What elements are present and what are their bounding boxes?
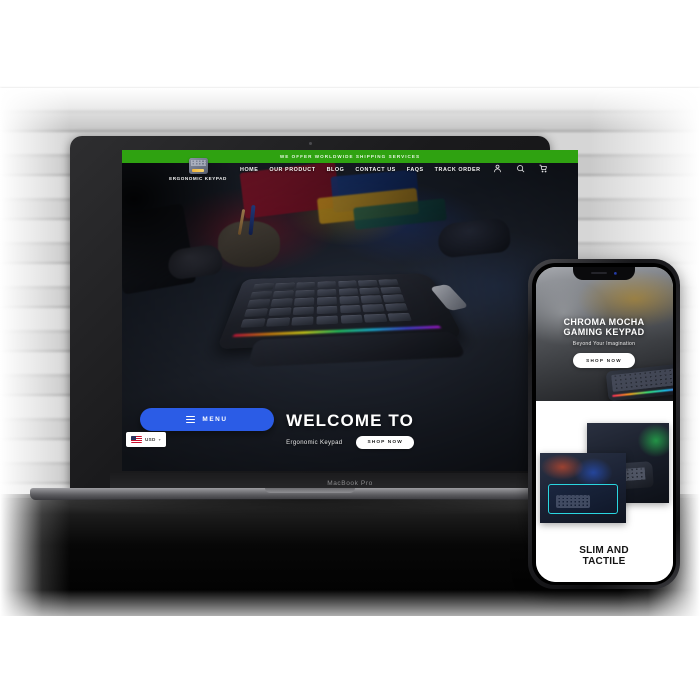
phone-screen: CHROMA MOCHA GAMING KEYPAD Beyond Your I… <box>535 266 673 582</box>
desk-fade-bottom <box>0 590 700 630</box>
header-icon-group <box>493 164 548 173</box>
nav-item-faqs[interactable]: FAQS <box>407 167 424 173</box>
mobile-caption-line1: SLIM AND <box>579 544 629 556</box>
main-navigation: HOME OUR PRODUCT BLOG CONTACT US FAQS TR… <box>240 167 481 173</box>
site-logo[interactable]: ERGONOMIC KEYPAD <box>162 158 234 181</box>
menu-button-label: MENU <box>202 416 228 423</box>
mobile-content-section: SLIM AND TACTILE <box>535 400 673 582</box>
laptop-screen: WE OFFER WORLDWIDE SHIPPING SERVICES WEL… <box>122 150 578 471</box>
chevron-down-icon: ▾ <box>158 436 161 442</box>
laptop-shadow <box>50 499 570 515</box>
hamburger-icon <box>186 415 196 424</box>
nav-item-contact-us[interactable]: CONTACT US <box>355 167 395 173</box>
phone-notch <box>573 266 635 280</box>
account-icon[interactable] <box>493 164 502 173</box>
mobile-caption-line2: TACTILE <box>582 556 626 567</box>
us-flag-icon <box>131 435 142 444</box>
cart-icon[interactable] <box>539 164 548 173</box>
laptop-model-label: MacBook Pro <box>327 479 373 487</box>
screenshot-stage: WE OFFER WORLDWIDE SHIPPING SERVICES WEL… <box>0 0 700 700</box>
laptop-camera-icon <box>308 142 312 145</box>
menu-button[interactable]: MENU <box>140 408 274 431</box>
phone-speaker-icon <box>591 271 607 275</box>
mobile-hero-title-line2: GAMING KEYPAD <box>563 326 645 337</box>
nav-item-our-product[interactable]: OUR PRODUCT <box>269 167 315 173</box>
mobile-section-caption: SLIM AND TACTILE <box>536 545 673 568</box>
desktop-website: WE OFFER WORLDWIDE SHIPPING SERVICES WEL… <box>122 150 578 471</box>
mobile-hero-subtitle: Beyond Your Imagination <box>572 341 636 348</box>
phone-camera-icon <box>614 271 617 275</box>
search-icon[interactable] <box>516 164 525 173</box>
nav-item-home[interactable]: HOME <box>240 167 258 173</box>
mobile-hero-title-line1: CHROMA MOCHA <box>563 316 645 327</box>
mobile-product-image-front <box>539 452 626 523</box>
site-header: ERGONOMIC KEYPAD HOME OUR PRODUCT BLOG C… <box>122 150 578 197</box>
mobile-hero-banner: CHROMA MOCHA GAMING KEYPAD Beyond Your I… <box>535 266 673 401</box>
keypad-icon <box>188 158 208 174</box>
laptop-base-notch <box>265 488 355 493</box>
laptop-mockup: WE OFFER WORLDWIDE SHIPPING SERVICES WEL… <box>30 136 590 515</box>
nav-item-blog[interactable]: BLOG <box>327 167 345 173</box>
currency-selector[interactable]: USD ▾ <box>126 432 166 447</box>
laptop-lid: WE OFFER WORLDWIDE SHIPPING SERVICES WEL… <box>70 136 590 493</box>
hero-shop-now-button[interactable]: SHOP NOW <box>356 436 414 449</box>
logo-text: ERGONOMIC KEYPAD <box>169 176 227 181</box>
phone-mockup: CHROMA MOCHA GAMING KEYPAD Beyond Your I… <box>528 259 680 589</box>
mobile-hero-copy: CHROMA MOCHA GAMING KEYPAD Beyond Your I… <box>536 317 673 369</box>
hero-subtitle-row: Ergonomic Keypad SHOP NOW <box>122 436 578 449</box>
nav-item-track-order[interactable]: TRACK ORDER <box>435 167 481 173</box>
hero-subtitle: Ergonomic Keypad <box>286 439 343 446</box>
phone-bezel: CHROMA MOCHA GAMING KEYPAD Beyond Your I… <box>532 263 676 585</box>
currency-code: USD <box>145 437 156 442</box>
mobile-shop-now-button[interactable]: SHOP NOW <box>573 353 635 369</box>
